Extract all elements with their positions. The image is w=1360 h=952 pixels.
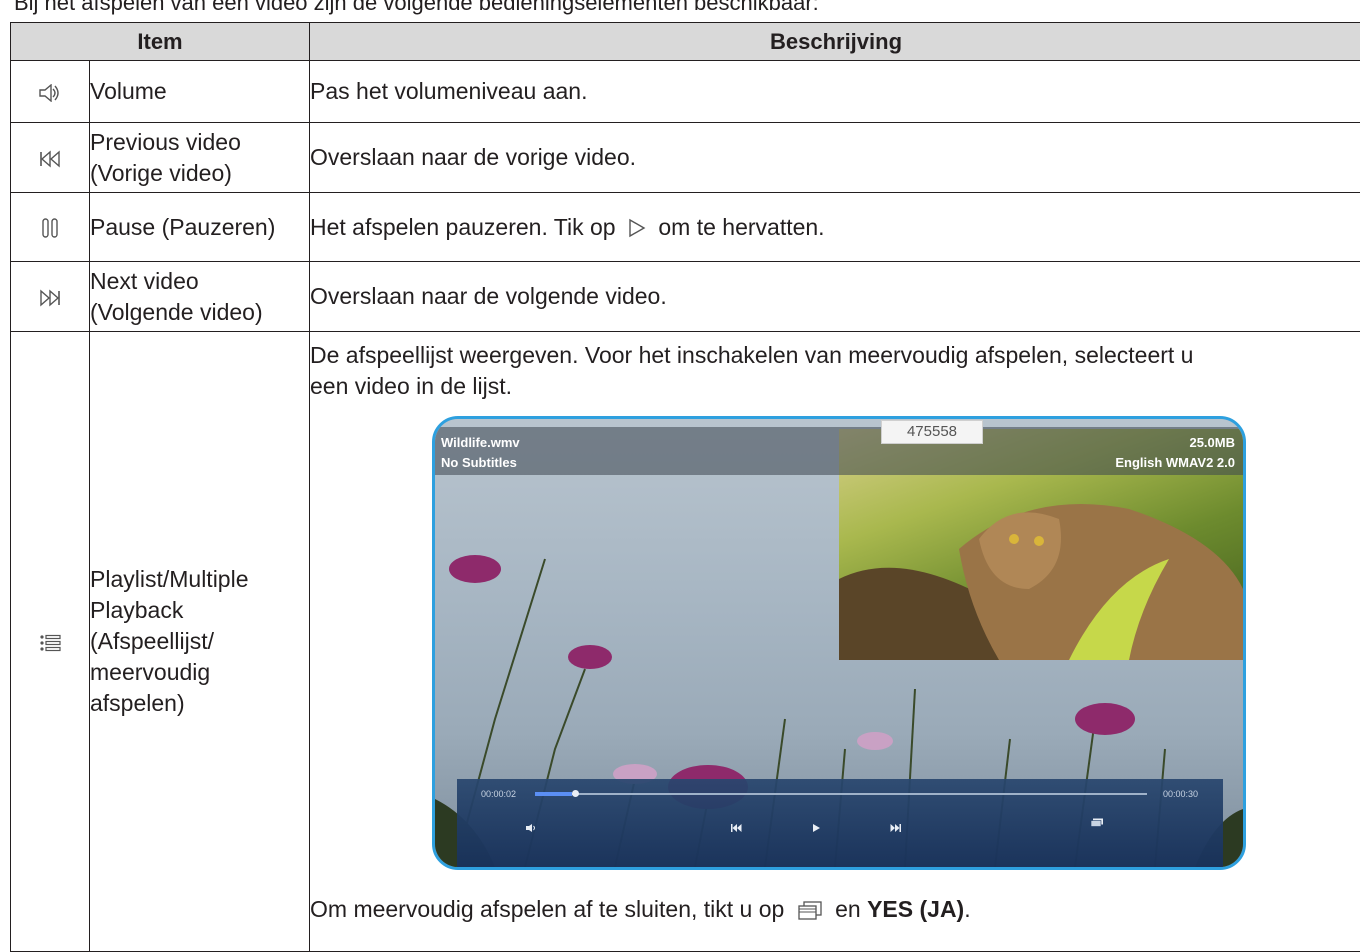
playback-controls: 00:00:02 00:00:30 (457, 779, 1223, 867)
item-cell: Playlist/Multiple Playback (Afspeellijst… (90, 332, 310, 952)
icon-cell (11, 193, 90, 262)
footer-text: Om meervoudig afspelen af te sluiten, ti… (310, 896, 784, 922)
item-line: Previous video (90, 127, 309, 158)
description-cell: Pas het volumeniveau aan. (310, 61, 1360, 123)
controls-table: Item Beschrijving Volume Pas het volumen… (10, 22, 1360, 952)
icon-cell (11, 61, 90, 123)
multi-window-icon (797, 901, 823, 921)
previous-icon[interactable] (730, 823, 742, 833)
item-line: (Volgende video) (90, 297, 309, 328)
progress-fill (535, 792, 572, 796)
progress-knob[interactable] (572, 790, 579, 797)
description-cell: Overslaan naar de volgende video. (310, 262, 1360, 332)
table-row: Volume Pas het volumeniveau aan. (11, 61, 1360, 123)
pause-icon (40, 218, 60, 238)
audio-track: English WMAV2 2.0 (1115, 454, 1235, 471)
total-time: 00:00:30 (1163, 789, 1198, 799)
intro-text: Bij het afspelen van een video zijn de v… (14, 0, 819, 15)
yes-label: YES (JA) (867, 896, 964, 922)
item-cell: Previous video (Vorige video) (90, 123, 310, 193)
icon-cell (11, 123, 90, 193)
volume-icon (39, 84, 61, 102)
description-text: De afspeellijst weergeven. Voor het insc… (310, 340, 1360, 371)
table-row: Next video (Volgende video) Overslaan na… (11, 262, 1360, 332)
footer-text: en (835, 896, 861, 922)
video-counter: 475558 (881, 420, 983, 444)
header-description: Beschrijving (310, 23, 1360, 61)
description-text: om te hervatten. (658, 214, 824, 240)
item-line: (Afspeellijst/ (90, 626, 309, 657)
description-text: Het afspelen pauzeren. Tik op (310, 214, 616, 240)
video-filename: Wildlife.wmv (441, 434, 520, 451)
item-cell: Volume (90, 61, 310, 123)
progress-track[interactable] (535, 793, 1147, 795)
item-line: (Vorige video) (90, 158, 309, 189)
description-cell: Overslaan naar de vorige video. (310, 123, 1360, 193)
multiple-playback-screenshot: Wildlife.wmv No Subtitles 25.0MB English… (432, 416, 1246, 870)
item-cell: Next video (Volgende video) (90, 262, 310, 332)
item-cell: Pause (Pauzeren) (90, 193, 310, 262)
description-cell: De afspeellijst weergeven. Voor het insc… (310, 332, 1360, 952)
play-icon[interactable] (811, 823, 821, 833)
table-row: Playlist/Multiple Playback (Afspeellijst… (11, 332, 1360, 952)
next-icon[interactable] (890, 823, 902, 833)
description-text: een video in de lijst. (310, 371, 1360, 402)
item-line: meervoudig (90, 657, 309, 688)
volume-icon[interactable] (525, 823, 537, 833)
current-time: 00:00:02 (481, 789, 516, 799)
item-line: Playback (90, 595, 309, 626)
item-line: Next video (90, 266, 309, 297)
table-row: Previous video (Vorige video) Overslaan … (11, 123, 1360, 193)
file-size: 25.0MB (1189, 434, 1235, 451)
subtitle-status: No Subtitles (441, 454, 517, 471)
description-cell: Het afspelen pauzeren. Tik op om te herv… (310, 193, 1360, 262)
multi-window-icon[interactable] (1090, 818, 1104, 828)
icon-cell (11, 332, 90, 952)
header-item: Item (11, 23, 310, 61)
previous-icon (39, 150, 61, 168)
item-line: afspelen) (90, 688, 309, 719)
table-row: Pause (Pauzeren) Het afspelen pauzeren. … (11, 193, 1360, 262)
playlist-icon (39, 634, 61, 652)
item-line: Playlist/Multiple (90, 564, 309, 595)
play-icon (628, 218, 646, 238)
next-icon (39, 289, 61, 307)
table-header-row: Item Beschrijving (11, 23, 1360, 61)
footer-instruction: Om meervoudig afspelen af te sluiten, ti… (310, 894, 1360, 925)
icon-cell (11, 262, 90, 332)
footer-text: . (964, 896, 970, 922)
